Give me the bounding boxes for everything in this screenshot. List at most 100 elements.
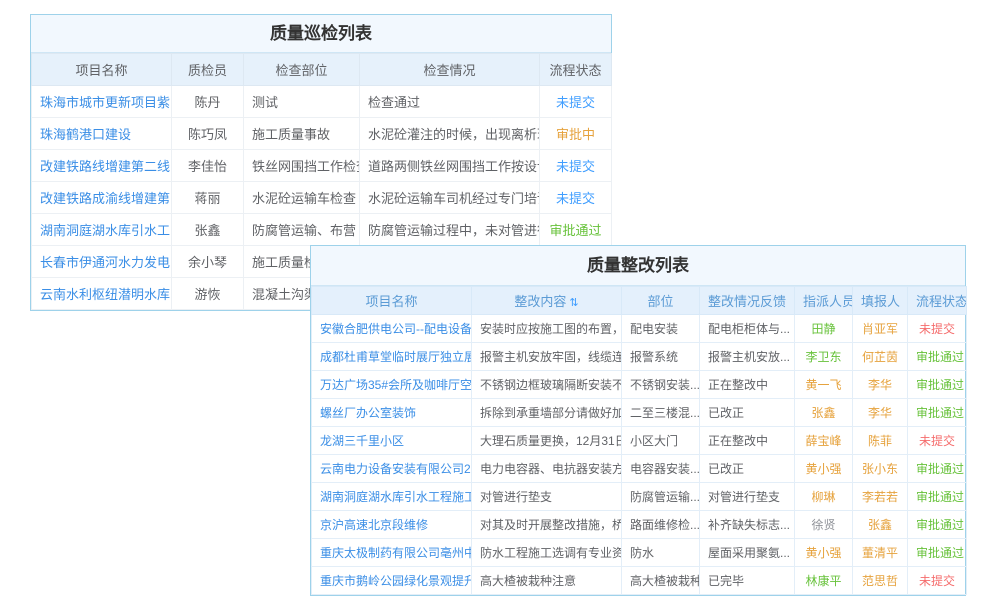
project-name-link[interactable]: 改建铁路成渝线增建第... xyxy=(32,182,172,214)
inspection-situation: 水泥砼运输车司机经过专门培训... xyxy=(360,182,540,214)
assignee-name: 黄小强 xyxy=(795,539,853,567)
table-row: 京沪高速北京段维修对其及时开展整改措施，桥头...路面维修检...补齐缺失标志.… xyxy=(312,511,967,539)
assignee-name: 薛宝峰 xyxy=(795,427,853,455)
rectify-table-panel: 质量整改列表 项目名称 整改内容⇅ 部位 整改情况反馈 指派人员 填报人 流程状… xyxy=(310,245,966,596)
project-name-link[interactable]: 安徽合肥供电公司--配电设备... xyxy=(312,315,472,343)
status-badge: 未提交 xyxy=(908,427,967,455)
inspector-name: 余小琴 xyxy=(172,246,244,278)
col-header-project-name: 项目名称 xyxy=(32,54,172,86)
project-name-link[interactable]: 湖南洞庭湖水库引水工... xyxy=(32,214,172,246)
inspector-name: 陈巧凤 xyxy=(172,118,244,150)
project-name-link[interactable]: 螺丝厂办公室装饰 xyxy=(312,399,472,427)
status-badge: 未提交 xyxy=(540,150,612,182)
inspection-table-title: 质量巡检列表 xyxy=(31,15,611,53)
project-name-link[interactable]: 珠海市城市更新项目紫... xyxy=(32,86,172,118)
inspection-header-row: 项目名称 质检员 检查部位 检查情况 流程状态 xyxy=(32,54,612,86)
project-name-link[interactable]: 重庆市鹅岭公园绿化景观提升... xyxy=(312,567,472,595)
rectify-part: 路面维修检... xyxy=(622,511,700,539)
inspector-name: 蒋丽 xyxy=(172,182,244,214)
inspection-situation: 检查通过 xyxy=(360,86,540,118)
rectify-feedback: 已改正 xyxy=(700,455,795,483)
sort-icon[interactable]: ⇅ xyxy=(569,297,578,309)
rectify-content: 高大楂被栽种注意 xyxy=(472,567,622,595)
reporter-name: 范思哲 xyxy=(853,567,908,595)
project-name-link[interactable]: 重庆太极制药有限公司亳州中... xyxy=(312,539,472,567)
table-row: 改建铁路成渝线增建第...蒋丽水泥砼运输车检查水泥砼运输车司机经过专门培训...… xyxy=(32,182,612,214)
project-name-link[interactable]: 珠海鹤港口建设 xyxy=(32,118,172,150)
project-name-link[interactable]: 长春市伊通河水力发电... xyxy=(32,246,172,278)
rectify-feedback: 屋面采用聚氨... xyxy=(700,539,795,567)
rectify-feedback: 配电柜柜体与... xyxy=(700,315,795,343)
project-name-link[interactable]: 京沪高速北京段维修 xyxy=(312,511,472,539)
table-row: 重庆市鹅岭公园绿化景观提升...高大楂被栽种注意高大楂被栽种已完毕林康平范思哲未… xyxy=(312,567,967,595)
rectify-content: 不锈钢边框玻璃隔断安装不牢... xyxy=(472,371,622,399)
table-row: 湖南洞庭湖水库引水工...张鑫防腐管运输、布营防腐管运输过程中，未对管进行...… xyxy=(32,214,612,246)
reporter-name: 董清平 xyxy=(853,539,908,567)
col-header-inspector: 质检员 xyxy=(172,54,244,86)
inspection-part: 铁丝网围挡工作检查 xyxy=(244,150,360,182)
project-name-link[interactable]: 万达广场35#会所及咖啡厅空... xyxy=(312,371,472,399)
table-row: 珠海鹤港口建设陈巧凤施工质量事故水泥砼灌注的时候，出现离析现象审批中 xyxy=(32,118,612,150)
reporter-name: 张鑫 xyxy=(853,511,908,539)
rectify-feedback: 补齐缺失标志... xyxy=(700,511,795,539)
rectify-feedback: 对管进行垫支 xyxy=(700,483,795,511)
col-header-status: 流程状态 xyxy=(908,287,967,315)
rectify-table-title: 质量整改列表 xyxy=(311,246,965,286)
inspection-part: 水泥砼运输车检查 xyxy=(244,182,360,214)
project-name-link[interactable]: 成都杜甫草堂临时展厅独立展... xyxy=(312,343,472,371)
col-header-assignee: 指派人员 xyxy=(795,287,853,315)
project-name-link[interactable]: 龙湖三千里小区 xyxy=(312,427,472,455)
project-name-link[interactable]: 改建铁路线增建第二线... xyxy=(32,150,172,182)
col-header-status: 流程状态 xyxy=(540,54,612,86)
table-row: 安徽合肥供电公司--配电设备...安装时应按施工图的布置，将...配电安装配电柜… xyxy=(312,315,967,343)
project-name-link[interactable]: 云南水利枢纽潜明水库... xyxy=(32,278,172,310)
rectify-part: 小区大门 xyxy=(622,427,700,455)
rectify-feedback: 正在整改中 xyxy=(700,427,795,455)
rectify-feedback: 正在整改中 xyxy=(700,371,795,399)
rectify-feedback: 已完毕 xyxy=(700,567,795,595)
status-badge: 审批通过 xyxy=(540,214,612,246)
rectify-content: 大理石质量更换，12月31日之... xyxy=(472,427,622,455)
table-row: 螺丝厂办公室装饰拆除到承重墙部分请做好加固...二至三楼混...已改正张鑫李华审… xyxy=(312,399,967,427)
project-name-link[interactable]: 云南电力设备安装有限公司20... xyxy=(312,455,472,483)
reporter-name: 李华 xyxy=(853,399,908,427)
rectify-content: 安装时应按施工图的布置，将... xyxy=(472,315,622,343)
project-name-link[interactable]: 湖南洞庭湖水库引水工程施工1... xyxy=(312,483,472,511)
status-badge: 未提交 xyxy=(540,182,612,214)
reporter-name: 肖亚军 xyxy=(853,315,908,343)
table-row: 万达广场35#会所及咖啡厅空...不锈钢边框玻璃隔断安装不牢...不锈钢安装..… xyxy=(312,371,967,399)
col-header-rectify-content[interactable]: 整改内容⇅ xyxy=(472,287,622,315)
col-header-project-name: 项目名称 xyxy=(312,287,472,315)
inspector-name: 陈丹 xyxy=(172,86,244,118)
rectify-part: 防水 xyxy=(622,539,700,567)
assignee-name: 徐贤 xyxy=(795,511,853,539)
status-badge: 审批通过 xyxy=(908,343,967,371)
status-badge: 审批通过 xyxy=(908,399,967,427)
inspector-name: 游恢 xyxy=(172,278,244,310)
inspection-situation: 水泥砼灌注的时候，出现离析现象 xyxy=(360,118,540,150)
rectify-part: 不锈钢安装... xyxy=(622,371,700,399)
col-header-part: 部位 xyxy=(622,287,700,315)
inspector-name: 张鑫 xyxy=(172,214,244,246)
status-badge: 未提交 xyxy=(540,86,612,118)
reporter-name: 李若若 xyxy=(853,483,908,511)
rectify-part: 配电安装 xyxy=(622,315,700,343)
assignee-name: 张鑫 xyxy=(795,399,853,427)
status-badge: 未提交 xyxy=(908,567,967,595)
inspection-situation: 道路两侧铁丝网围挡工作按设计... xyxy=(360,150,540,182)
status-badge: 审批中 xyxy=(540,118,612,150)
rectify-content: 对管进行垫支 xyxy=(472,483,622,511)
rectify-content: 电力电容器、电抗器安装方案... xyxy=(472,455,622,483)
table-row: 重庆太极制药有限公司亳州中...防水工程施工选调有专业资质...防水屋面采用聚氨… xyxy=(312,539,967,567)
rectify-table-body: 安徽合肥供电公司--配电设备...安装时应按施工图的布置，将...配电安装配电柜… xyxy=(312,315,967,595)
status-badge: 审批通过 xyxy=(908,539,967,567)
table-row: 龙湖三千里小区大理石质量更换，12月31日之...小区大门正在整改中薛宝峰陈菲未… xyxy=(312,427,967,455)
rectify-feedback: 已改正 xyxy=(700,399,795,427)
table-row: 成都杜甫草堂临时展厅独立展...报警主机安放牢固，线缆连接...报警系统报警主机… xyxy=(312,343,967,371)
assignee-name: 黄一飞 xyxy=(795,371,853,399)
assignee-name: 林康平 xyxy=(795,567,853,595)
inspection-part: 施工质量事故 xyxy=(244,118,360,150)
table-row: 湖南洞庭湖水库引水工程施工1...对管进行垫支防腐管运输...对管进行垫支柳琳李… xyxy=(312,483,967,511)
assignee-name: 黄小强 xyxy=(795,455,853,483)
status-badge: 审批通过 xyxy=(908,511,967,539)
